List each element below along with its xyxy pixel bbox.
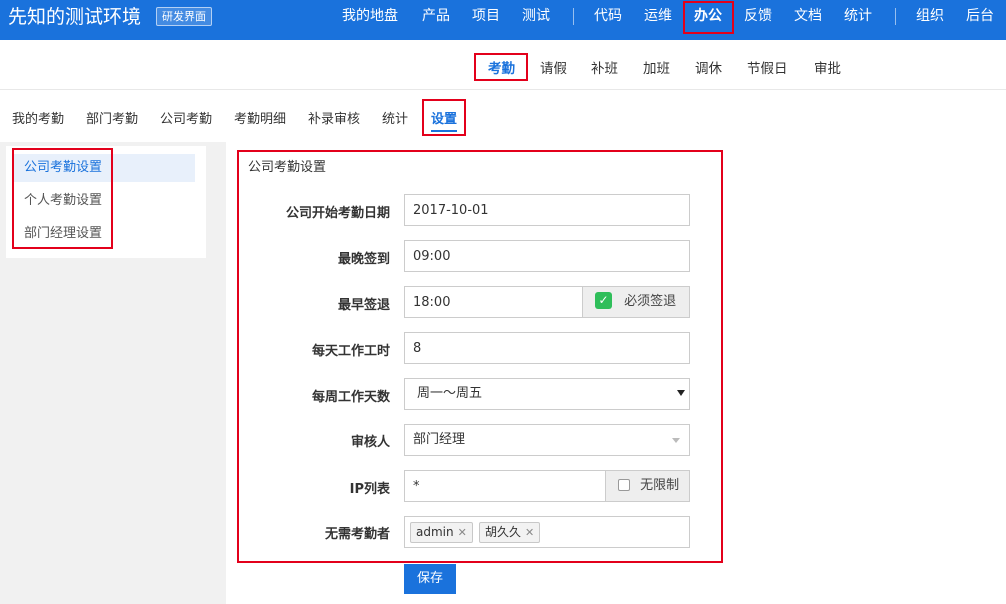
checkbox-icon — [618, 478, 630, 491]
check-icon: ✓ — [595, 292, 612, 309]
tag-text: admin — [416, 525, 454, 539]
latest-signin-label: 最晚签到 — [337, 252, 390, 267]
unlimited-checkbox[interactable]: 无限制 — [605, 470, 690, 502]
caret-down-icon — [672, 438, 680, 443]
settings-sidebar: 公司考勤设置 个人考勤设置 部门经理设置 — [6, 146, 206, 258]
days-per-week-label: 每周工作天数 — [311, 390, 390, 405]
reviewer-select[interactable]: 部门经理 — [404, 424, 690, 456]
tab-stats[interactable]: 统计 — [382, 108, 408, 127]
exempt-label: 无需考勤者 — [324, 527, 390, 542]
exempt-user-tag: 胡久久 ✕ — [479, 522, 541, 543]
hours-per-day-label: 每天工作工时 — [311, 344, 390, 359]
subnav-holiday[interactable]: 节假日 — [747, 57, 788, 77]
reviewer-label: 审核人 — [350, 435, 390, 450]
tab-dept-attendance[interactable]: 部门考勤 — [86, 108, 138, 127]
save-button[interactable]: 保存 — [404, 564, 456, 594]
ip-list-input[interactable] — [404, 470, 606, 502]
sub-nav-bar: 考勤 请假 补班 加班 调休 节假日 审批 — [0, 40, 1006, 90]
tab-my-attendance[interactable]: 我的考勤 — [12, 108, 64, 127]
subnav-approval[interactable]: 审批 — [814, 57, 841, 77]
days-per-week-select[interactable]: 周一～周五 — [404, 378, 690, 410]
sidebar-item-personal-settings[interactable]: 个人考勤设置 — [14, 187, 195, 215]
reviewer-value: 部门经理 — [413, 432, 466, 447]
tab-settings[interactable]: 设置 — [431, 108, 458, 132]
latest-signin-input[interactable] — [404, 240, 690, 272]
nav-test[interactable]: 测试 — [522, 0, 550, 32]
subnav-attendance[interactable]: 考勤 — [488, 57, 515, 77]
exempt-users-input[interactable]: admin ✕ 胡久久 ✕ — [404, 516, 690, 548]
caret-down-icon — [677, 390, 685, 396]
nav-ops[interactable]: 运维 — [644, 0, 672, 32]
subnav-lieu[interactable]: 调休 — [695, 57, 722, 77]
start-date-label: 公司开始考勤日期 — [285, 206, 390, 221]
earliest-signout-label: 最早签退 — [337, 298, 390, 313]
nav-docs[interactable]: 文档 — [794, 0, 822, 32]
subnav-overtime[interactable]: 加班 — [643, 57, 670, 77]
tag-text: 胡久久 — [485, 525, 522, 539]
nav-admin[interactable]: 后台 — [966, 0, 994, 32]
tab-company-attendance[interactable]: 公司考勤 — [160, 108, 212, 127]
nav-divider — [895, 8, 896, 25]
days-per-week-value: 周一～周五 — [417, 386, 483, 401]
nav-product[interactable]: 产品 — [422, 0, 450, 32]
unlimited-label: 无限制 — [640, 478, 680, 493]
env-badge[interactable]: 研发界面 — [156, 7, 212, 26]
nav-divider — [573, 8, 574, 25]
tab-attendance-detail[interactable]: 考勤明细 — [234, 108, 286, 127]
close-icon[interactable]: ✕ — [458, 526, 467, 539]
tab-makeup-review[interactable]: 补录审核 — [308, 108, 360, 127]
nav-project[interactable]: 项目 — [472, 0, 500, 32]
nav-org[interactable]: 组织 — [916, 0, 944, 32]
top-bar: 先知的测试环境 研发界面 我的地盘 产品 项目 测试 代码 运维 办公 反馈 文… — [0, 0, 1006, 40]
subnav-makeup[interactable]: 补班 — [591, 57, 618, 77]
sidebar-item-manager-settings[interactable]: 部门经理设置 — [14, 220, 195, 248]
ip-list-label: IP列表 — [349, 482, 390, 497]
exempt-user-tag: admin ✕ — [410, 522, 473, 543]
hours-per-day-input[interactable] — [404, 332, 690, 364]
must-signout-label: 必须签退 — [624, 294, 677, 309]
close-icon[interactable]: ✕ — [525, 526, 534, 539]
tab-bar: 我的考勤 部门考勤 公司考勤 考勤明细 补录审核 统计 设置 — [0, 90, 1006, 142]
must-signout-checkbox[interactable]: ✓ 必须签退 — [582, 286, 690, 318]
subnav-leave[interactable]: 请假 — [540, 57, 567, 77]
nav-code[interactable]: 代码 — [594, 0, 622, 32]
start-date-input[interactable] — [404, 194, 690, 226]
form-title: 公司考勤设置 — [248, 160, 327, 175]
nav-feedback[interactable]: 反馈 — [744, 0, 772, 32]
nav-stats[interactable]: 统计 — [844, 0, 872, 32]
earliest-signout-input[interactable] — [404, 286, 583, 318]
brand-title: 先知的测试环境 — [8, 6, 142, 28]
nav-my-area[interactable]: 我的地盘 — [342, 0, 398, 32]
sidebar-item-company-settings[interactable]: 公司考勤设置 — [14, 154, 195, 182]
nav-office[interactable]: 办公 — [694, 0, 722, 32]
